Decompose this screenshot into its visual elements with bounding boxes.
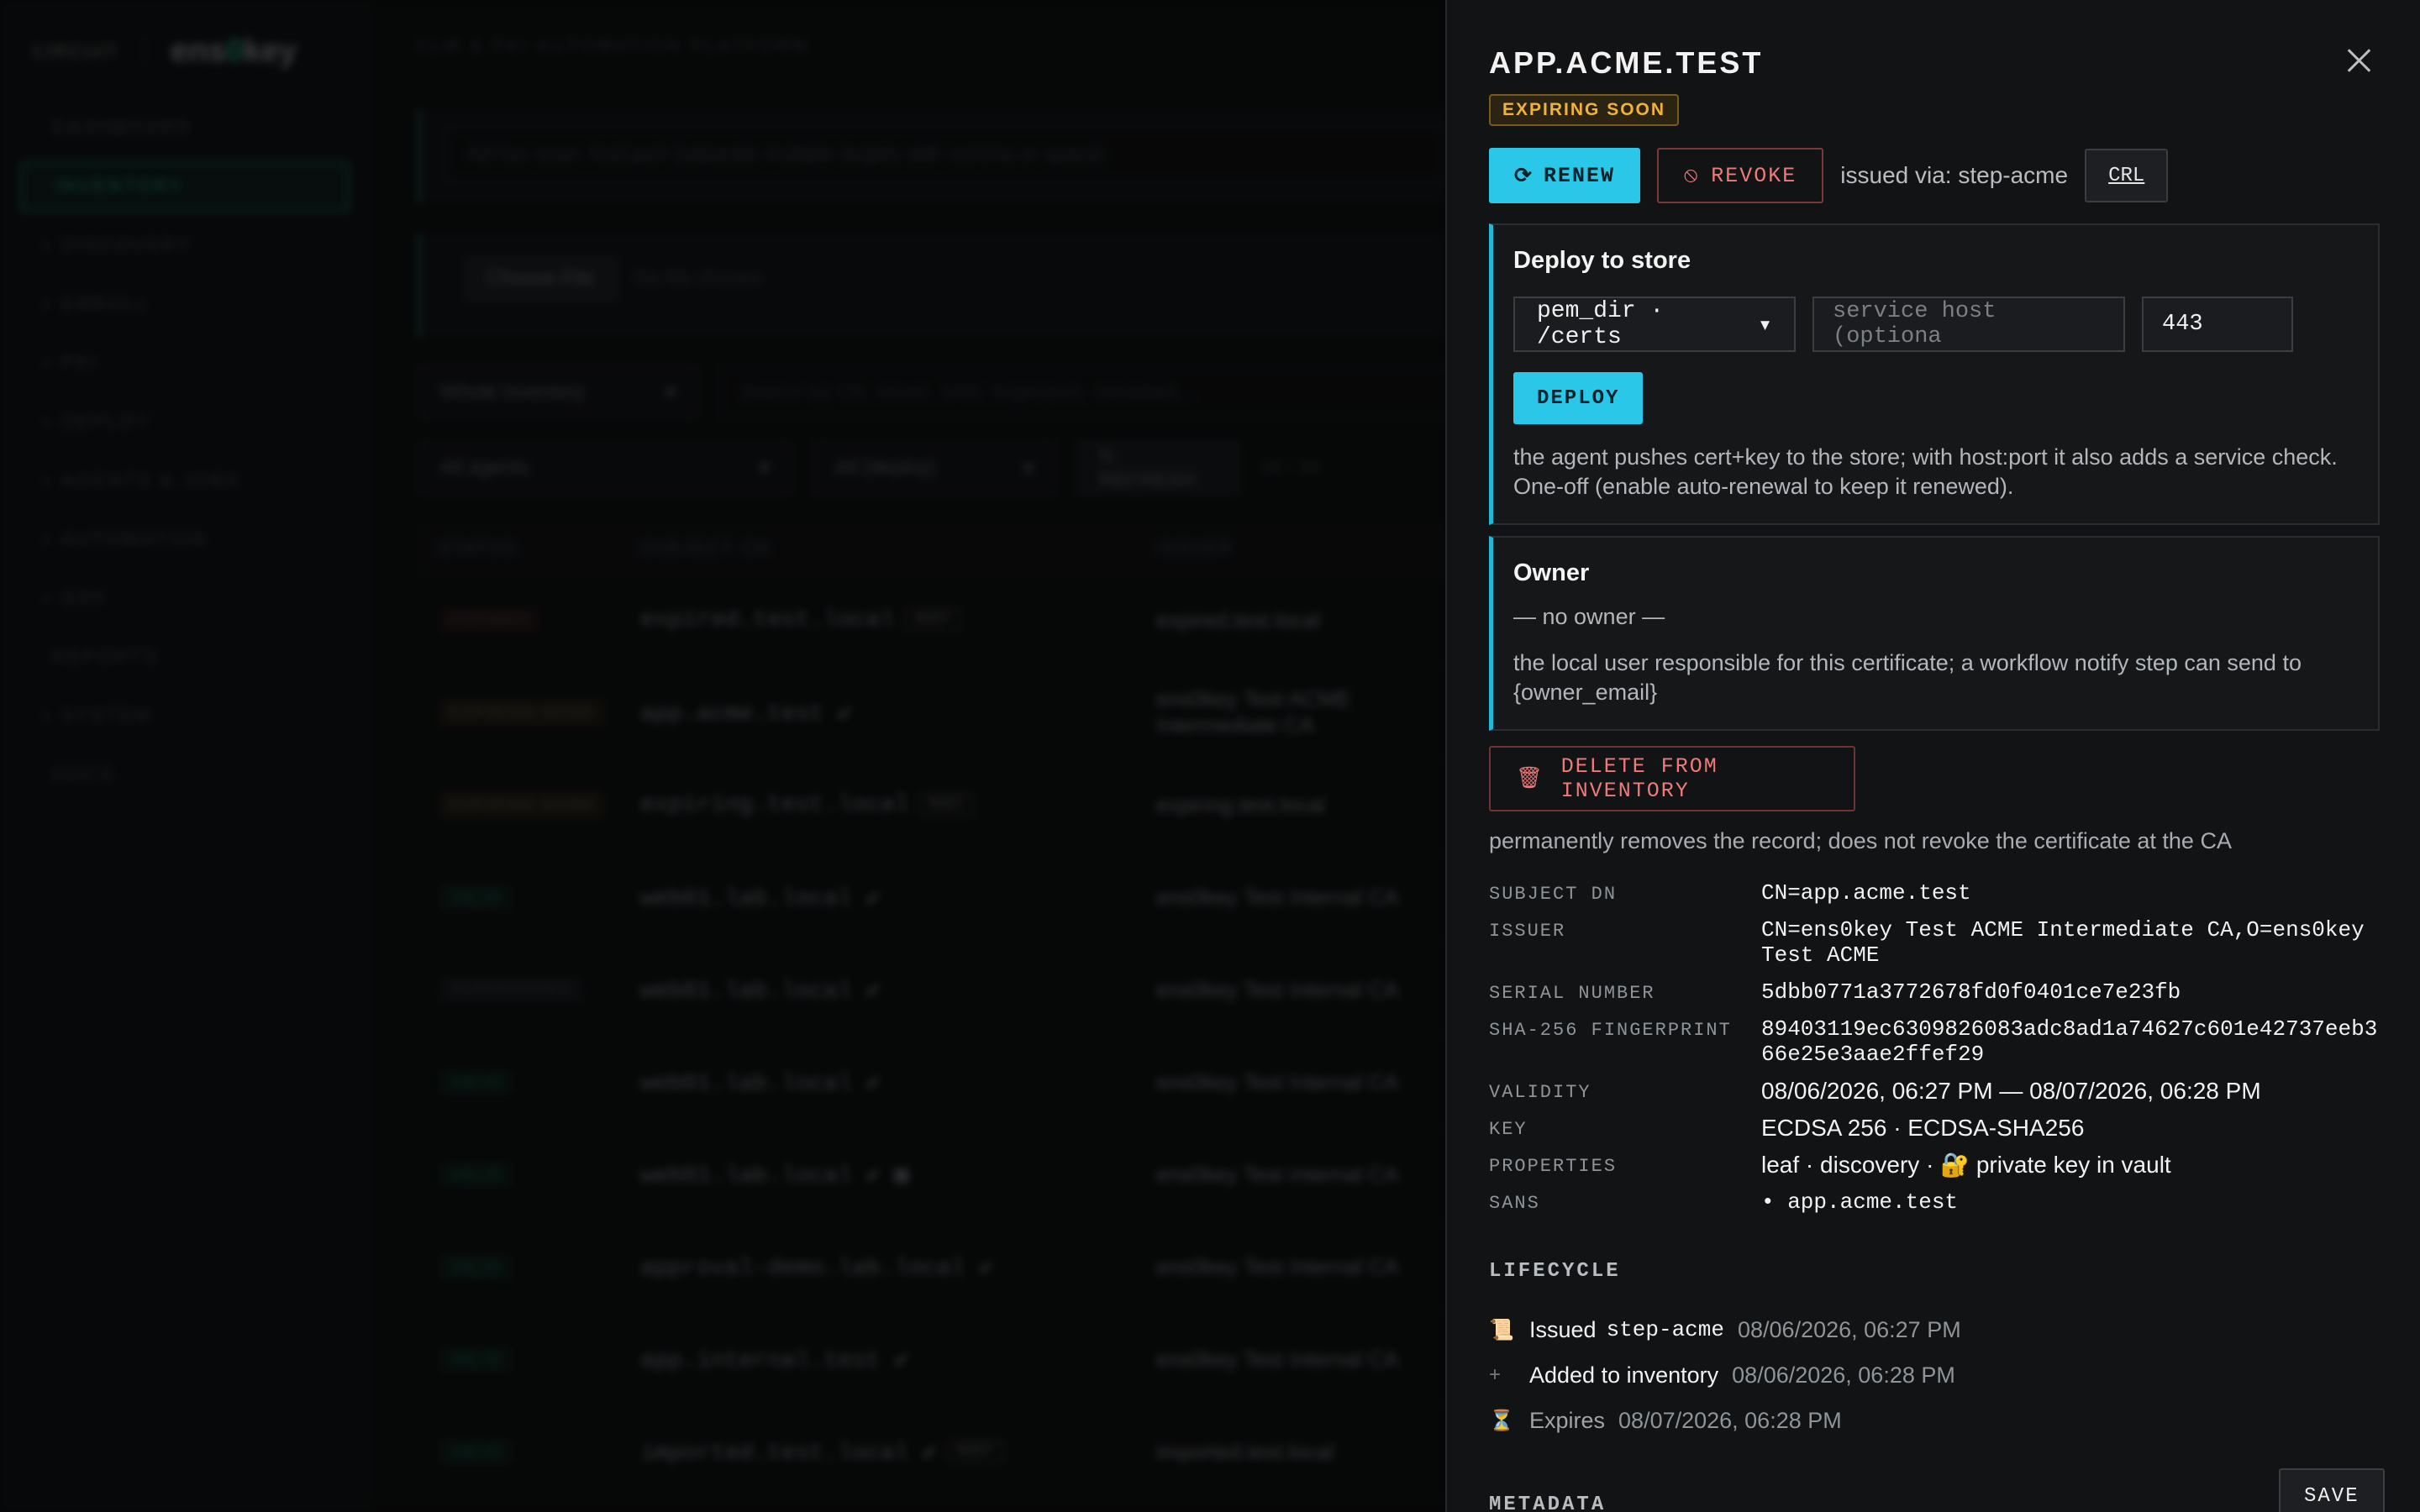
renew-label: RENEW [1543, 163, 1615, 188]
owner-value[interactable]: — no owner — [1513, 604, 2358, 630]
field-sans: SANS • app.acme.test [1489, 1189, 2380, 1215]
scroll-icon: 📜 [1489, 1318, 1514, 1341]
delete-from-inventory-button[interactable]: 🗑 DELETE FROM INVENTORY [1489, 746, 1855, 811]
delete-label: DELETE FROM INVENTORY [1560, 754, 1718, 803]
certificate-fields: SUBJECT DN CN=app.acme.test ISSUER CN=en… [1489, 880, 2380, 1226]
field-value: ECDSA 256 · ECDSA-SHA256 [1761, 1115, 2085, 1141]
field-issuer: ISSUER CN=ens0key Test ACME Intermediate… [1489, 917, 2380, 968]
timeline-item-issued: 📜 Issued step-acme 08/06/2026, 06:27 PM [1489, 1316, 1961, 1343]
issued-via: issued via: step-acme [1840, 162, 2069, 188]
owner-card-title: Owner [1513, 559, 1590, 586]
field-label: SHA-256 FINGERPRINT [1489, 1020, 1732, 1041]
store-select[interactable]: pem_dir · /certs ▾ [1513, 297, 1796, 352]
deploy-button[interactable]: DEPLOY [1513, 372, 1644, 424]
hourglass-icon: ⏳ [1489, 1409, 1514, 1432]
drawer-title: APP.ACME.TEST [1489, 45, 1764, 80]
lifecycle-timeline: 📜 Issued step-acme 08/06/2026, 06:27 PM … [1489, 1307, 1961, 1443]
field-value: 5dbb0771a3772678fd0f0401ce7e23fb [1761, 979, 2181, 1005]
port-input[interactable]: 443 [2142, 297, 2293, 352]
field-label: SUBJECT DN [1489, 884, 1618, 905]
field-properties: PROPERTIES leaf · discovery · 🔐 private … [1489, 1152, 2380, 1178]
trash-icon: 🗑 [1516, 767, 1544, 791]
field-label: VALIDITY [1489, 1082, 1591, 1103]
plus-icon: + [1489, 1363, 1502, 1386]
field-value: • app.acme.test [1761, 1189, 1959, 1215]
field-value: 08/06/2026, 06:27 PM — 08/07/2026, 06:28… [1761, 1078, 2261, 1104]
field-serial: SERIAL NUMBER 5dbb0771a3772678fd0f0401ce… [1489, 979, 2380, 1005]
field-value: CN=app.acme.test [1761, 880, 1971, 906]
field-label: KEY [1489, 1119, 1528, 1140]
renew-button[interactable]: ⟳ RENEW [1489, 148, 1640, 203]
service-host-input[interactable]: service host (optiona [1812, 297, 2125, 352]
revoke-label: REVOKE [1711, 163, 1797, 188]
deploy-help: the agent pushes cert+key to the store; … [1513, 444, 2338, 499]
field-subject-dn: SUBJECT DN CN=app.acme.test [1489, 880, 2380, 906]
timeline-date: 08/06/2026, 06:27 PM [1738, 1316, 1961, 1342]
action-bar: ⟳ RENEW ⦸ REVOKE issued via: step-acme C… [1489, 148, 2169, 203]
field-value: CN=ens0key Test ACME Intermediate CA,O=e… [1761, 917, 2365, 968]
metadata-heading: METADATA [1489, 1494, 1607, 1512]
field-validity: VALIDITY 08/06/2026, 06:27 PM — 08/07/20… [1489, 1079, 2380, 1104]
deploy-controls: pem_dir · /certs ▾ service host (optiona… [1513, 297, 2358, 352]
field-value: leaf · discovery · 🔐 private key in vaul… [1761, 1152, 2171, 1178]
field-value: 89403119ec6309826083adc8ad1a74627c601e42… [1761, 1016, 2378, 1067]
refresh-icon: ⟳ [1514, 164, 1534, 189]
owner-card: Owner — no owner — the local user respon… [1489, 536, 2380, 731]
status-badge: EXPIRING SOON [1489, 94, 1680, 126]
chevron-down-icon: ▾ [1758, 312, 1772, 339]
owner-help: the local user responsible for this cert… [1513, 650, 2302, 705]
save-button[interactable]: SAVE [2279, 1468, 2385, 1512]
field-fingerprint: SHA-256 FINGERPRINT 89403119ec6309826083… [1489, 1016, 2380, 1067]
revoke-button[interactable]: ⦸ REVOKE [1656, 148, 1824, 203]
certificate-detail-drawer: APP.ACME.TEST EXPIRING SOON ⟳ RENEW ⦸ RE… [1445, 0, 2420, 1512]
delete-help: permanently removes the record; does not… [1489, 828, 2232, 853]
lifecycle-heading: LIFECYCLE [1489, 1260, 1621, 1283]
deploy-card: Deploy to store pem_dir · /certs ▾ servi… [1489, 223, 2380, 525]
prohibited-icon: ⦸ [1683, 163, 1700, 188]
timeline-item-expires: ⏳ Expires 08/07/2026, 06:28 PM [1489, 1407, 1842, 1433]
close-icon[interactable] [2343, 44, 2376, 77]
deploy-card-title: Deploy to store [1513, 247, 1691, 274]
modal-backdrop[interactable] [0, 0, 1445, 1512]
crl-button[interactable]: CRL [2085, 149, 2169, 202]
timeline-date: 08/06/2026, 06:28 PM [1732, 1362, 1955, 1388]
field-label: SERIAL NUMBER [1489, 983, 1655, 1004]
field-label: SANS [1489, 1193, 1540, 1214]
field-label: PROPERTIES [1489, 1156, 1618, 1177]
field-label: ISSUER [1489, 921, 1566, 942]
field-key: KEY ECDSA 256 · ECDSA-SHA256 [1489, 1116, 2380, 1141]
timeline-date: 08/07/2026, 06:28 PM [1618, 1407, 1842, 1433]
timeline-item-added: + Added to inventory 08/06/2026, 06:28 P… [1489, 1362, 1955, 1388]
issuer-code: step-acme [1606, 1317, 1724, 1342]
